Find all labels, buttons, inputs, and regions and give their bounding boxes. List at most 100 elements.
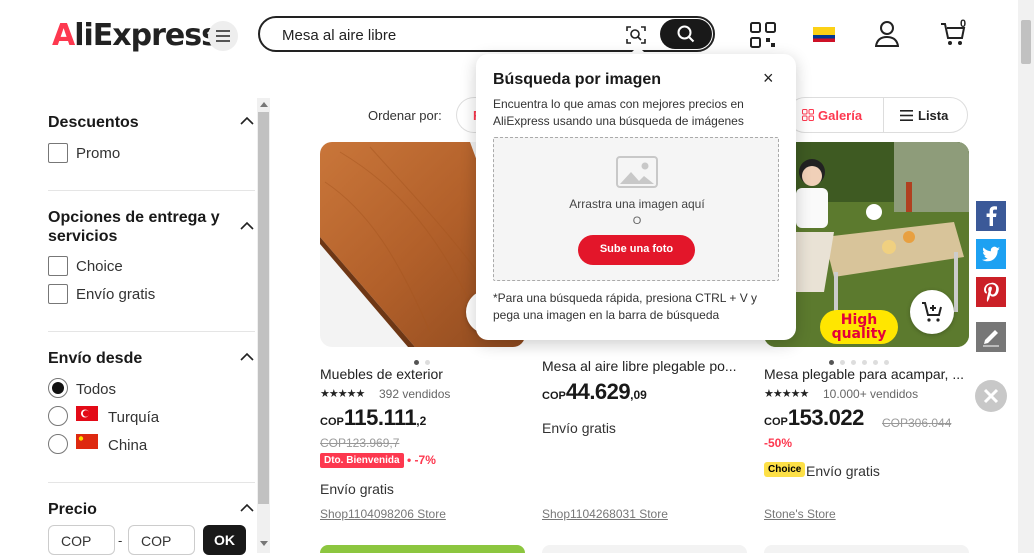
chevron-up-icon[interactable]	[240, 352, 254, 361]
filter-title-descuentos: Descuentos	[48, 114, 139, 131]
rating-stars: ★★★★★	[764, 388, 809, 400]
aliexpress-logo[interactable]: AliExpress	[52, 18, 219, 53]
product-price-3: COP153.022	[764, 405, 864, 430]
store-link-3[interactable]: Stone's Store	[764, 507, 836, 521]
option-label-turquia: Turquía	[108, 409, 160, 426]
checkbox-promo[interactable]	[48, 143, 68, 163]
divider	[48, 331, 255, 332]
choice-badge: Choice	[764, 462, 806, 477]
twitter-icon	[982, 246, 1000, 262]
list-icon	[900, 110, 913, 121]
image-carousel-dots[interactable]	[414, 352, 436, 365]
cart-count: 0	[960, 18, 967, 30]
filter-title-envio-desde: Envío desde	[48, 350, 143, 367]
facebook-share-button[interactable]	[976, 201, 1006, 231]
sidebar-scroll-thumb[interactable]	[258, 112, 269, 504]
scroll-up-arrow-icon[interactable]	[260, 101, 268, 107]
price-min-input[interactable]: COP	[48, 525, 115, 555]
sort-label: Ordenar por:	[368, 108, 442, 123]
view-gallery-button[interactable]: Galería	[802, 108, 862, 123]
divider	[883, 98, 884, 132]
popup-hint: *Para una búsqueda rápida, presiona CTRL…	[493, 291, 758, 322]
option-label-china: China	[108, 437, 148, 454]
product-price-2: COP44.629,09	[542, 379, 647, 404]
product-image-4[interactable]	[320, 545, 525, 553]
page-scrollbar[interactable]	[1018, 0, 1034, 553]
image-placeholder-icon	[616, 156, 658, 188]
hamburger-icon	[216, 30, 230, 42]
chevron-up-icon[interactable]	[240, 221, 254, 230]
gallery-grid-icon	[802, 109, 814, 121]
logo-text: liExpress	[74, 18, 219, 53]
shipping-2: Envío gratis	[542, 420, 616, 436]
option-label-todos: Todos	[76, 381, 117, 398]
pinterest-icon	[984, 282, 999, 302]
radio-turquia[interactable]	[48, 406, 68, 426]
add-cart-icon	[922, 302, 942, 322]
search-button[interactable]	[660, 19, 712, 49]
add-to-cart-button[interactable]	[910, 290, 954, 334]
product-title-2[interactable]: Mesa al aire libre plegable po...	[542, 358, 747, 374]
filter-title-precio: Precio	[48, 501, 97, 518]
twitter-share-button[interactable]	[976, 239, 1006, 269]
divider	[48, 190, 255, 191]
filter-title-entrega: Opciones de entrega y servicios	[48, 209, 220, 245]
view-toggle: Galería Lista	[787, 97, 968, 133]
image-search-popup: Búsqueda por imagen × Encuentra lo que a…	[476, 54, 796, 340]
product-title-3[interactable]: Mesa plegable para acampar, ...	[764, 366, 969, 382]
edit-share-button[interactable]	[976, 322, 1006, 352]
menu-button[interactable]	[208, 21, 238, 51]
chevron-up-icon[interactable]	[240, 503, 254, 512]
pinterest-share-button[interactable]	[976, 277, 1006, 307]
store-link-2[interactable]: Shop1104268031 Store	[542, 507, 668, 521]
drop-text: Arrastra una imagen aquí	[569, 197, 705, 211]
upload-photo-button[interactable]: Sube una foto	[578, 235, 695, 265]
high-quality-badge: High quality	[820, 310, 898, 344]
image-drop-zone[interactable]: Arrastra una imagen aquí O Sube una foto	[493, 137, 779, 281]
view-list-button[interactable]: Lista	[900, 108, 948, 123]
rating-stars: ★★★★★	[320, 388, 365, 400]
account-icon[interactable]	[875, 21, 899, 47]
product-image-6[interactable]	[764, 545, 969, 553]
facebook-icon	[986, 206, 997, 226]
colombia-flag-icon[interactable]	[813, 27, 835, 42]
sold-count-1: 392 vendidos	[379, 387, 451, 401]
checkbox-envio-gratis[interactable]	[48, 284, 68, 304]
chevron-up-icon[interactable]	[240, 116, 254, 125]
product-price-1: COP115.111,2	[320, 405, 427, 430]
search-input[interactable]	[282, 24, 612, 46]
scroll-down-arrow-icon[interactable]	[260, 541, 268, 547]
shipping-3: Envío gratis	[806, 463, 880, 479]
old-price-3: COP306.044	[882, 416, 952, 430]
price-ok-button[interactable]: OK	[203, 525, 246, 555]
sold-count-3: 10.000+ vendidos	[823, 387, 919, 401]
option-label-envio-gratis: Envío gratis	[76, 286, 156, 303]
turkey-flag-icon	[76, 406, 98, 421]
camera-search-icon[interactable]	[626, 25, 646, 45]
discount-3: -50%	[764, 436, 793, 450]
radio-todos[interactable]	[48, 378, 68, 398]
radio-china[interactable]	[48, 434, 68, 454]
divider	[48, 482, 255, 483]
welcome-discount-badge: Dto. Bienvenida	[320, 453, 404, 468]
popup-description: Encuentra lo que amas con mejores precio…	[493, 97, 744, 128]
option-label-promo: Promo	[76, 145, 121, 162]
image-carousel-dots[interactable]	[829, 352, 895, 365]
close-icon	[983, 388, 999, 404]
discount-1: • -7%	[407, 453, 436, 467]
price-max-input[interactable]: COP	[128, 525, 195, 555]
pencil-icon	[983, 330, 999, 347]
checkbox-choice[interactable]	[48, 256, 68, 276]
page-scroll-thumb[interactable]	[1021, 20, 1031, 64]
product-image-5[interactable]	[542, 545, 747, 553]
or-text: O	[632, 215, 642, 227]
close-icon[interactable]: ×	[763, 68, 774, 89]
qr-code-icon[interactable]	[750, 22, 776, 48]
search-icon	[677, 25, 695, 43]
product-title-1[interactable]: Muebles de exterior	[320, 366, 525, 382]
option-label-choice: Choice	[76, 258, 123, 275]
store-link-1[interactable]: Shop1104098206 Store	[320, 507, 446, 521]
popup-title: Búsqueda por imagen	[493, 71, 662, 88]
china-flag-icon	[76, 434, 98, 449]
close-share-button[interactable]	[975, 380, 1007, 412]
